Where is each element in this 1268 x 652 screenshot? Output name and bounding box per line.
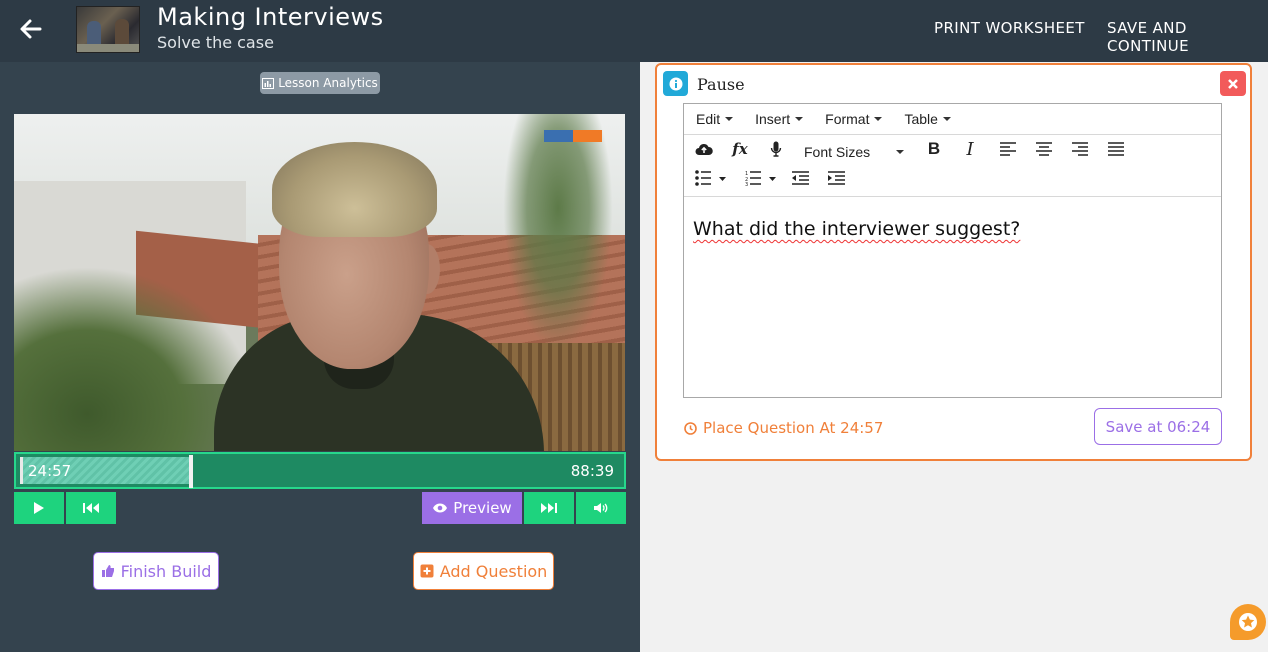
numbered-list-icon[interactable]: 123 [744,167,780,189]
bold-icon[interactable]: B [923,138,945,160]
microphone-icon[interactable] [765,138,787,160]
chevron-down-icon [795,117,804,121]
align-right-icon[interactable] [1069,138,1091,160]
lesson-analytics-button[interactable]: Lesson Analytics [260,72,380,94]
volume-button[interactable] [576,492,626,524]
italic-icon[interactable]: I [959,138,981,160]
menu-format-label: Format [825,111,870,127]
menu-table-label: Table [904,111,938,127]
total-time: 88:39 [570,462,614,480]
info-icon [663,71,688,96]
card-title: Pause [697,75,745,94]
bullet-list-icon[interactable] [694,167,730,189]
print-worksheet-button[interactable]: PRINT WORKSHEET [934,19,1085,37]
save-at-button[interactable]: Save at 06:24 [1094,408,1222,445]
chart-icon [262,77,275,89]
lesson-thumbnail [76,6,140,53]
outdent-icon[interactable] [789,167,811,189]
svg-text:3: 3 [745,182,748,186]
play-button[interactable] [14,492,64,524]
cloud-upload-icon[interactable] [693,138,715,160]
align-justify-icon[interactable] [1105,138,1127,160]
menu-table[interactable]: Table [904,111,951,127]
channel-logo [544,130,602,142]
chevron-down-icon [942,117,951,121]
editor-menubar: Edit Insert Format Table [684,104,1221,135]
editor-content[interactable]: What did the interviewer suggest? [693,218,1020,240]
menu-format[interactable]: Format [825,111,883,127]
star-icon[interactable] [1230,604,1266,640]
add-question-button[interactable]: Add Question [413,552,554,590]
rich-text-editor: Edit Insert Format Table fx Font Sizes B… [683,103,1222,398]
save-and-continue-button[interactable]: SAVE AND CONTINUE [1107,19,1268,55]
place-question-label: Place Question At 24:57 [703,419,884,437]
video-player[interactable] [14,114,625,451]
align-left-icon[interactable] [997,138,1019,160]
finish-build-button[interactable]: Finish Build [93,552,219,590]
eye-icon [433,503,448,513]
current-time: 24:57 [28,462,72,480]
menu-insert[interactable]: Insert [755,111,804,127]
menu-insert-label: Insert [755,111,791,127]
fast-forward-button[interactable] [524,492,574,524]
align-center-icon[interactable] [1033,138,1055,160]
add-question-label: Add Question [439,561,548,581]
play-icon [34,502,44,514]
indent-icon[interactable] [825,167,847,189]
close-icon [1228,78,1238,89]
question-panel: Pause Edit Insert Format Table fx Font S… [640,62,1268,652]
chevron-down-icon [874,117,883,121]
chevron-down-icon [725,117,734,121]
formula-icon[interactable]: fx [729,138,751,160]
font-sizes-label: Font Sizes [804,144,871,160]
lesson-analytics-label: Lesson Analytics [278,76,378,90]
volume-icon [594,503,608,513]
page-title: Making Interviews [157,3,384,31]
timeline-scrub-handle[interactable] [189,455,193,488]
pause-card: Pause Edit Insert Format Table fx Font S… [655,63,1252,461]
thumbs-up-icon [101,565,114,577]
place-question-link[interactable]: Place Question At 24:57 [684,419,883,437]
preview-button[interactable]: Preview [422,492,522,524]
clock-icon [684,421,697,435]
timeline-start-marker [20,457,23,484]
question-text: What did the interviewer suggest? [693,218,1021,240]
finish-build-label: Finish Build [120,561,212,581]
video-timeline[interactable]: 24:57 88:39 [14,452,626,489]
plus-square-icon [420,564,434,578]
menu-edit[interactable]: Edit [696,111,734,127]
chevron-down-icon [896,150,904,154]
menu-edit-label: Edit [696,111,721,127]
back-arrow-icon[interactable] [16,14,46,44]
rewind-button[interactable] [66,492,116,524]
editor-toolbar: fx Font Sizes B I 1 2 3 [684,135,1221,197]
preview-label: Preview [453,499,512,517]
fast-forward-icon [541,503,557,513]
rewind-icon [83,503,99,513]
top-header: Making Interviews Solve the case PRINT W… [0,0,1268,62]
page-subtitle: Solve the case [157,33,274,52]
close-button[interactable] [1220,71,1246,96]
font-sizes-select[interactable]: Font Sizes [796,141,908,163]
video-panel: Lesson Analytics 24:57 88:39 Preview Fin… [0,62,640,652]
